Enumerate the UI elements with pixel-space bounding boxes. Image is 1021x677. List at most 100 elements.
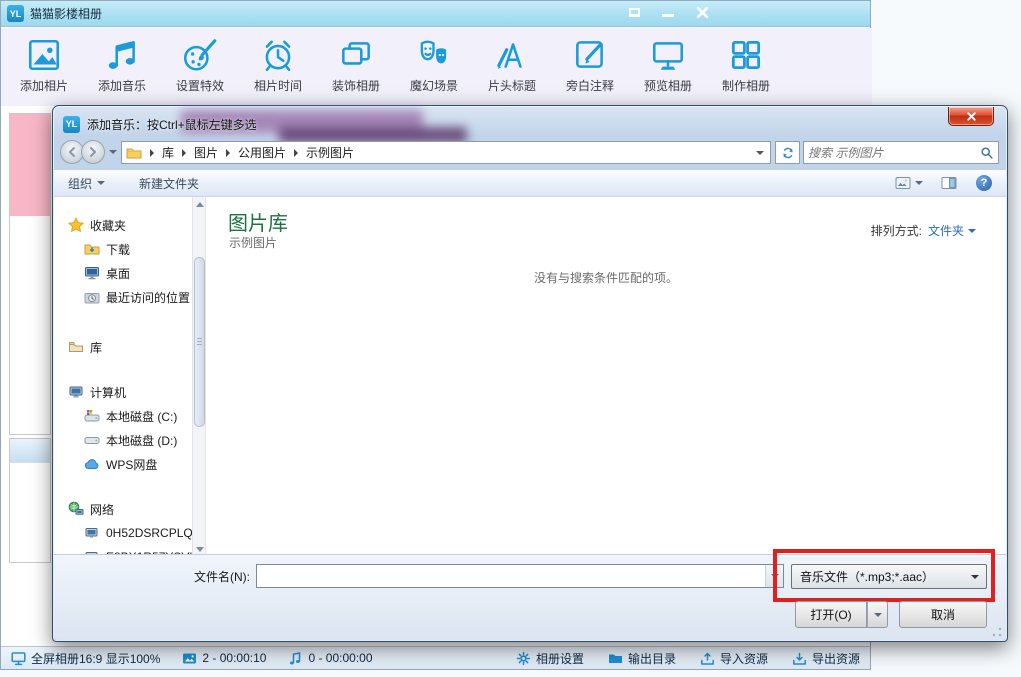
dialog-body: 收藏夹 下载 桌面 最近访问的位置: [54, 197, 1006, 556]
stacked-photos-icon: [337, 36, 375, 74]
status-display-info[interactable]: 全屏相册16:9 显示100%: [11, 650, 160, 667]
refresh-button[interactable]: [775, 141, 800, 164]
nav-item-favorites[interactable]: 收藏夹: [54, 213, 205, 237]
nav-item-wps-cloud[interactable]: WPS网盘: [54, 452, 205, 476]
toolbar-decorate[interactable]: 装饰相册: [317, 36, 395, 106]
search-icon[interactable]: [980, 146, 994, 160]
open-button[interactable]: 打开(O): [795, 601, 867, 628]
arrange-value-dropdown[interactable]: 文件夹: [928, 222, 976, 239]
status-label: 0 - 00:00:00: [308, 651, 372, 665]
status-label: 输出目录: [628, 650, 676, 667]
toolbar-label: 旁白注释: [566, 77, 614, 94]
app-title: 猫猫影楼相册: [30, 5, 102, 22]
nav-item-network[interactable]: 网络: [54, 497, 205, 521]
folder-icon: [608, 651, 623, 666]
breadcrumb-separator-icon: [294, 149, 298, 157]
nav-item-label: WPS网盘: [106, 456, 157, 473]
status-music-info[interactable]: 0 - 00:00:00: [288, 651, 372, 666]
nav-item-computer[interactable]: 计算机: [54, 380, 205, 404]
filetype-select[interactable]: 音乐文件（*.mp3;*.aac）: [791, 564, 987, 589]
nav-item-disk-c[interactable]: 本地磁盘 (C:): [54, 404, 205, 428]
new-folder-label: 新建文件夹: [139, 175, 199, 192]
image-icon: [182, 651, 197, 666]
folder-icon: [126, 145, 142, 161]
minimize-button[interactable]: [655, 4, 681, 21]
download-icon: [792, 651, 807, 666]
filename-input[interactable]: [257, 565, 765, 587]
new-folder-button[interactable]: 新建文件夹: [139, 175, 199, 192]
nav-item-disk-d[interactable]: 本地磁盘 (D:): [54, 428, 205, 452]
nav-item-downloads[interactable]: 下载: [54, 237, 205, 261]
nav-item-label: 网络: [90, 501, 114, 518]
close-icon: [696, 6, 709, 19]
nav-item-label: 本地磁盘 (D:): [106, 432, 177, 449]
nav-item-network-pc-1[interactable]: 0H52DSRCPLQD: [54, 521, 205, 545]
search-input[interactable]: [808, 146, 980, 160]
arrange-by: 排列方式: 文件夹: [871, 222, 976, 239]
toolbar-magic-scene[interactable]: 魔幻场景: [395, 36, 473, 106]
library-title: 图片库: [228, 207, 288, 236]
music-note-icon: [288, 651, 303, 666]
forward-button[interactable]: [81, 140, 105, 164]
views-button[interactable]: [895, 176, 923, 190]
empty-results-message: 没有与搜索条件匹配的项。: [206, 269, 1006, 286]
restore-button[interactable]: [621, 4, 647, 21]
breadcrumb-item-pictures[interactable]: 图片: [194, 144, 218, 161]
effects-palette-icon: [181, 36, 219, 74]
toolbar-effects[interactable]: 设置特效: [161, 36, 239, 106]
output-dir-button[interactable]: 输出目录: [608, 650, 676, 667]
address-dropdown-caret[interactable]: [756, 151, 764, 155]
screen-icon: [11, 651, 26, 666]
photo-thumbnail[interactable]: [10, 114, 50, 216]
preview-pane-button[interactable]: [941, 176, 958, 190]
status-label: 导入资源: [720, 650, 768, 667]
breadcrumb-separator-icon: [150, 149, 154, 157]
breadcrumb-item-sample-pictures[interactable]: 示例图片: [306, 144, 354, 161]
toolbar-make-album[interactable]: 制作相册: [707, 36, 785, 106]
organize-menu-button[interactable]: 组织: [68, 175, 105, 192]
window-controls: [621, 4, 715, 21]
toolbar-title[interactable]: 片头标题: [473, 36, 551, 106]
nav-item-desktop[interactable]: 桌面: [54, 261, 205, 285]
dialog-close-button[interactable]: [948, 107, 994, 126]
toolbar-photo-time[interactable]: 相片时间: [239, 36, 317, 106]
os-disk-icon: [84, 408, 100, 424]
network-pc-icon: [84, 525, 100, 541]
breadcrumb-item-libraries[interactable]: 库: [162, 144, 174, 161]
breadcrumb[interactable]: 库 图片 公用图片 示例图片: [121, 141, 771, 164]
nav-scrollbar[interactable]: [192, 197, 205, 556]
filename-dropdown-button[interactable]: [765, 565, 783, 587]
statusbar-right: 相册设置 输出目录 导入资源 导出资源: [492, 650, 860, 667]
file-list-area: 图片库 示例图片 排列方式: 文件夹 没有与搜索条件匹配的项。: [206, 197, 1006, 556]
toolbar-label: 添加相片: [20, 77, 68, 94]
nav-item-libraries[interactable]: 库: [54, 335, 205, 359]
open-dropdown-button[interactable]: [867, 601, 888, 628]
status-photo-info[interactable]: 2 - 00:00:10: [182, 651, 266, 666]
toolbar-add-music[interactable]: 添加音乐: [83, 36, 161, 106]
help-button[interactable]: ?: [976, 175, 992, 191]
status-label: 相册设置: [536, 650, 584, 667]
breadcrumb-separator-icon: [182, 149, 186, 157]
export-resource-button[interactable]: 导出资源: [792, 650, 860, 667]
toolbar-add-photo[interactable]: 添加相片: [5, 36, 83, 106]
import-resource-button[interactable]: 导入资源: [700, 650, 768, 667]
restore-icon: [629, 8, 640, 17]
album-settings-button[interactable]: 相册设置: [516, 650, 584, 667]
toolbar-label: 预览相册: [644, 77, 692, 94]
theater-masks-icon: [415, 36, 453, 74]
nav-item-recent-places[interactable]: 最近访问的位置: [54, 285, 205, 309]
toolbar-preview[interactable]: 预览相册: [629, 36, 707, 106]
recent-pages-caret[interactable]: [109, 150, 117, 154]
scrollbar-thumb[interactable]: [194, 257, 205, 427]
cancel-button[interactable]: 取消: [899, 601, 987, 628]
breadcrumb-item-public-pictures[interactable]: 公用图片: [238, 144, 286, 161]
star-icon: [68, 217, 84, 233]
refresh-icon: [781, 146, 795, 160]
toolbar-narration[interactable]: 旁白注释: [551, 36, 629, 106]
help-icon: ?: [976, 175, 992, 191]
scroll-up-icon[interactable]: [194, 198, 205, 210]
toolbar-label: 制作相册: [722, 77, 770, 94]
close-button[interactable]: [689, 4, 715, 21]
resize-grip[interactable]: [992, 627, 1002, 637]
toolbar-label: 设置特效: [176, 77, 224, 94]
